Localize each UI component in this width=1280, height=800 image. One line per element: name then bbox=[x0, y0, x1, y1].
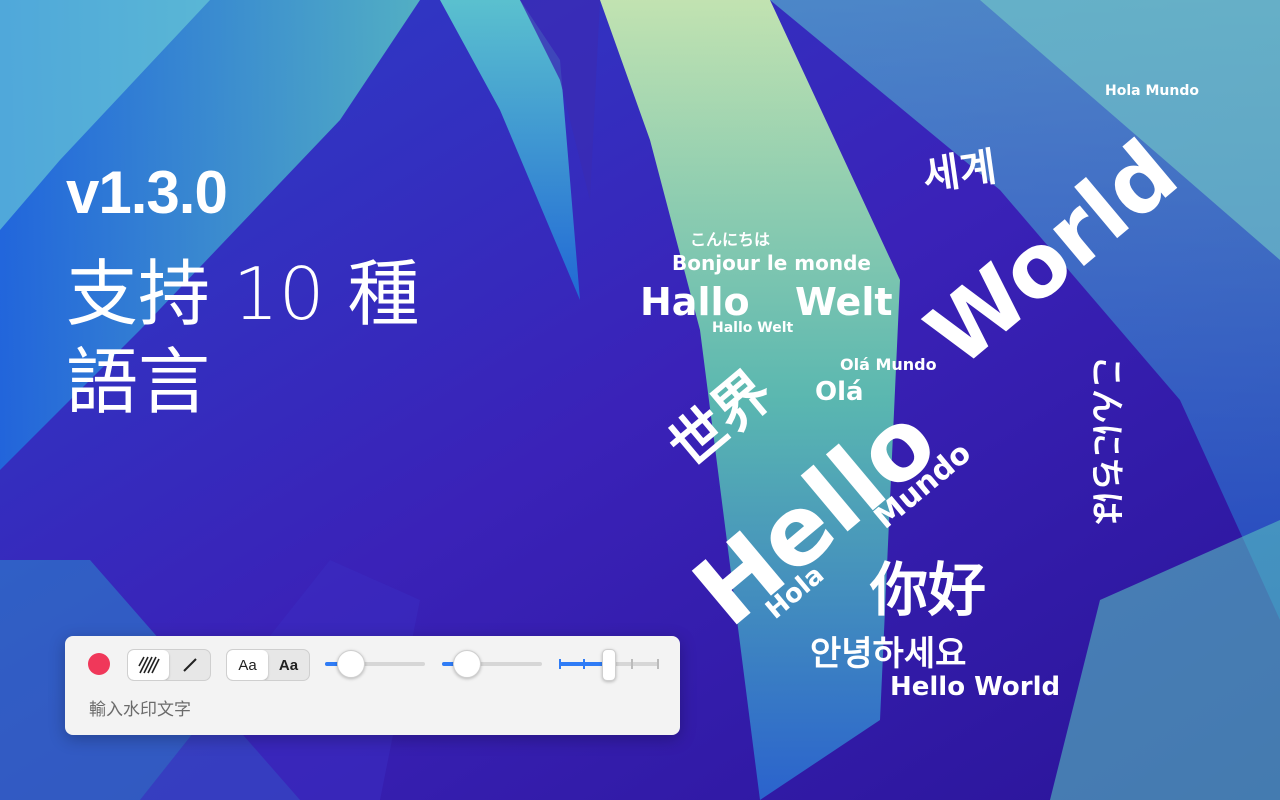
density-tick bbox=[559, 659, 561, 669]
slash-line-icon[interactable] bbox=[169, 650, 210, 680]
hatch-pattern-icon[interactable] bbox=[128, 650, 169, 680]
word-welt: Welt bbox=[795, 280, 893, 324]
word-shijie: 世界 bbox=[657, 359, 785, 481]
word-cloud-words: Hello World 你好 世界 세계 Hallo Welt 안녕하세요 こん… bbox=[640, 83, 1199, 702]
density-tick bbox=[583, 659, 585, 669]
word-nihao: 你好 bbox=[869, 556, 986, 624]
word-bonjour: Bonjour le monde bbox=[672, 251, 871, 275]
word-hallo: Hallo bbox=[640, 280, 750, 324]
font-option-bold[interactable]: Aa bbox=[268, 650, 309, 680]
opacity-slider-knob[interactable] bbox=[337, 650, 365, 678]
size-slider-knob[interactable] bbox=[453, 650, 481, 678]
word-hello-world: Hello World bbox=[890, 672, 1060, 702]
word-ola-mundo: Olá Mundo bbox=[840, 355, 937, 374]
word-hola-mundo: Hola Mundo bbox=[1105, 83, 1199, 99]
hatch-pattern-glyph bbox=[137, 656, 160, 674]
word-konnichiwa: こんにちは bbox=[1086, 355, 1126, 525]
word-hallo-welt: Hallo Welt bbox=[712, 320, 793, 336]
tagline-line-1: 支持 10 種 bbox=[66, 252, 420, 336]
language-support-tagline: 支持 10 種 語言 bbox=[66, 250, 419, 426]
slash-line-glyph bbox=[182, 658, 197, 672]
word-ola: Olá bbox=[815, 377, 864, 407]
word-annyeong: 안녕하세요 bbox=[810, 634, 966, 674]
font-option-regular[interactable]: Aa bbox=[227, 650, 268, 680]
version-title: v1.3.0 bbox=[66, 159, 228, 226]
font-segmented-control[interactable]: Aa Aa bbox=[226, 649, 310, 681]
watermark-toolbar: Aa Aa bbox=[65, 636, 680, 735]
tagline-line-2: 語言 bbox=[66, 340, 211, 424]
density-tick bbox=[657, 659, 659, 669]
pattern-segmented-control[interactable] bbox=[127, 649, 211, 681]
density-tick bbox=[631, 659, 633, 669]
density-slider-knob[interactable] bbox=[602, 649, 616, 681]
word-konnichiwa-small: こんにちは bbox=[690, 230, 770, 249]
watermark-text-input[interactable] bbox=[87, 695, 651, 725]
record-dot-icon[interactable] bbox=[88, 653, 110, 675]
word-segye: 세계 bbox=[920, 144, 999, 200]
